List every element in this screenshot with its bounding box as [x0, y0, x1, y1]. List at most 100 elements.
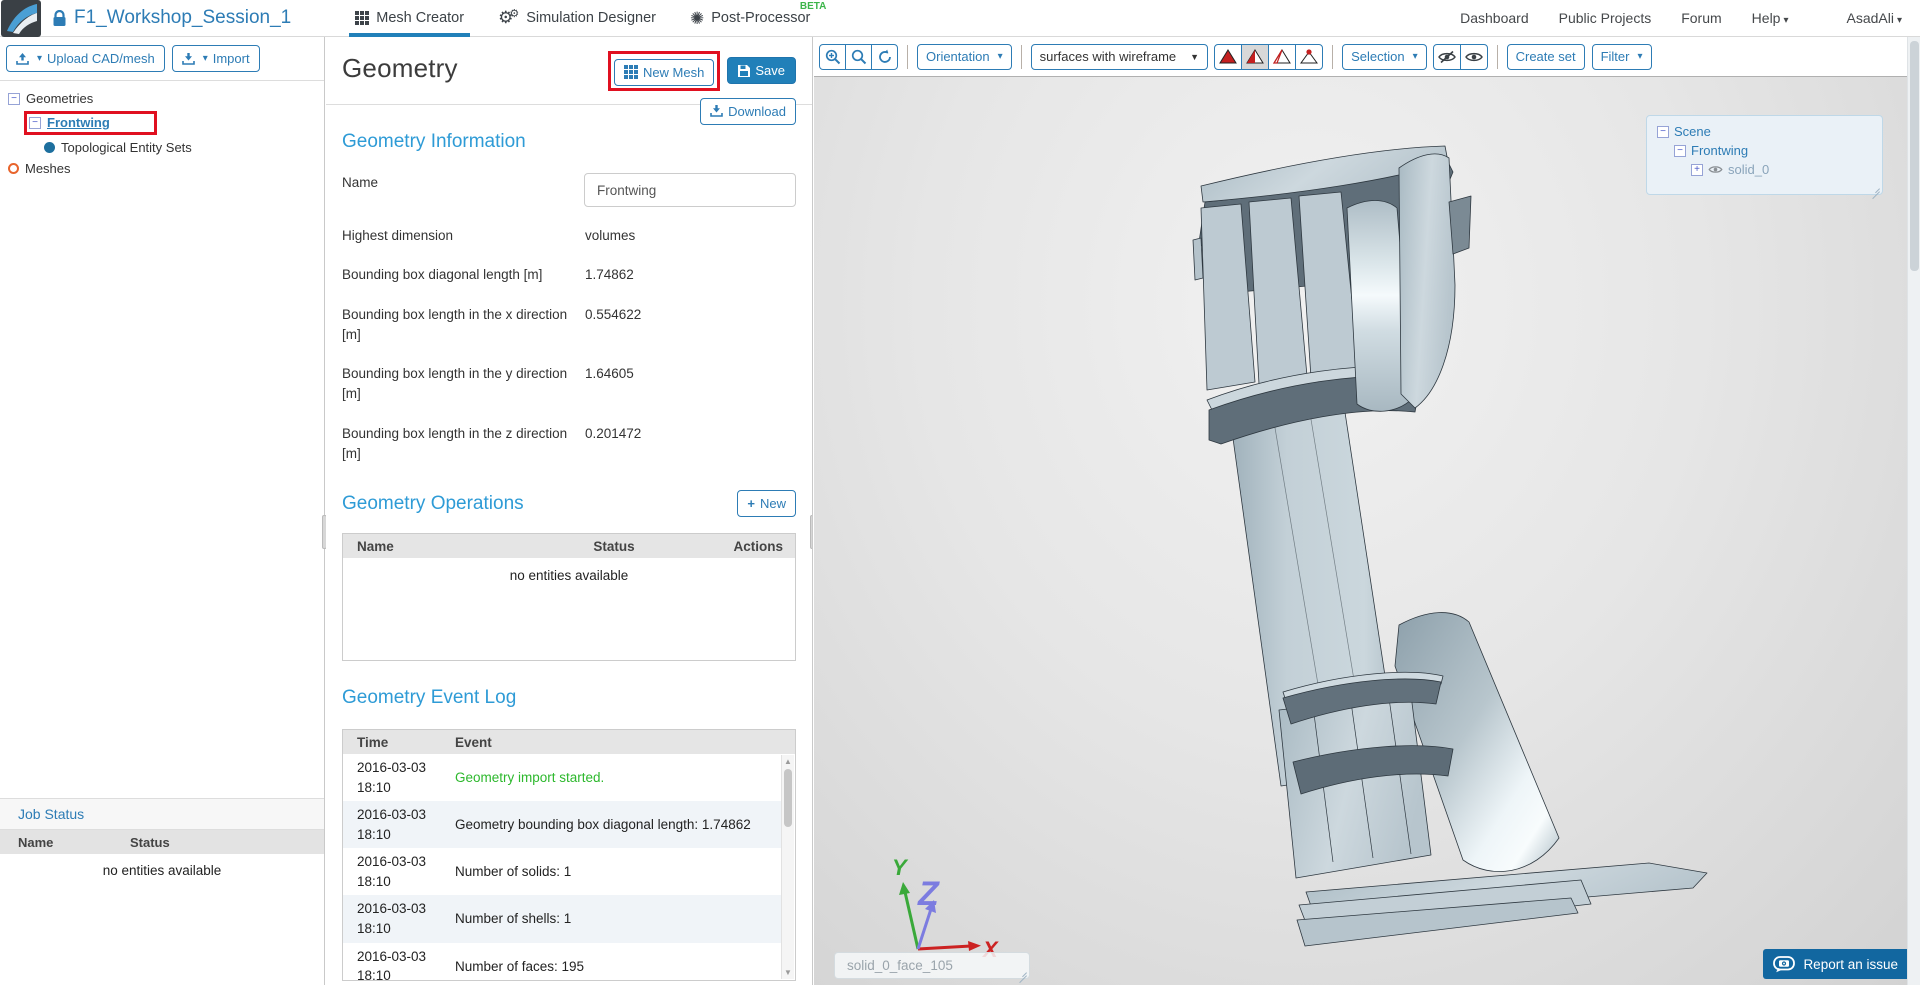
refresh-view-button[interactable] [871, 44, 898, 70]
scroll-up-icon[interactable]: ▲ [782, 757, 794, 766]
event-log-row: 2016-03-03 18:10Number of faces: 195 [343, 943, 781, 982]
selection-dropdown[interactable]: Selection▾ [1342, 44, 1427, 70]
new-operation-button[interactable]: +New [737, 490, 796, 517]
scroll-down-icon[interactable]: ▼ [782, 968, 794, 977]
render-mode-solid-button[interactable] [1214, 44, 1242, 70]
orientation-dropdown[interactable]: Orientation▾ [917, 44, 1012, 70]
save-icon [738, 65, 750, 77]
render-mode-select[interactable]: surfaces with wireframe▼ [1031, 44, 1208, 70]
import-icon [182, 53, 195, 65]
nav-link-forum[interactable]: Forum [1681, 10, 1721, 26]
info-value: 0.201472 [585, 424, 796, 444]
tab-mesh-creator[interactable]: Mesh Creator [345, 0, 474, 37]
geometry-event-log-heading: Geometry Event Log [342, 687, 796, 709]
tree-item-topological-entity-sets[interactable]: Topological Entity Sets [44, 140, 324, 155]
save-button[interactable]: Save [727, 57, 796, 84]
info-row-length-z: Bounding box length in the z direction [… [342, 424, 796, 465]
viewport-3d: Orientation▾ surfaces with wireframe▼ [814, 37, 1920, 985]
job-col-name: Name [0, 835, 130, 850]
render-mode-wireframe-button[interactable] [1268, 44, 1296, 70]
geometry-information-heading: Geometry Information [342, 131, 796, 153]
tree-item-frontwing[interactable]: − Frontwing [24, 111, 324, 135]
caret-down-icon: ▾ [37, 53, 42, 64]
caret-down-icon: ▾ [998, 51, 1003, 62]
frontwing-3d-model[interactable] [1101, 110, 1741, 970]
render-mode-points-button[interactable] [1295, 44, 1323, 70]
event-log-row: 2016-03-03 18:10Number of solids: 1 [343, 848, 781, 895]
nav-menu-help[interactable]: Help▾ [1752, 10, 1789, 26]
render-mode-solid-wire-button[interactable] [1241, 44, 1269, 70]
grid-icon [624, 65, 638, 79]
upload-cad-button[interactable]: ▾ Upload CAD/mesh [6, 45, 165, 72]
viewport-toolbar: Orientation▾ surfaces with wireframe▼ [814, 37, 1920, 77]
collapse-icon[interactable]: − [1674, 145, 1686, 157]
geometry-panel: Geometry New Mesh Save [326, 37, 813, 985]
visibility-eye-icon[interactable] [1708, 164, 1723, 175]
new-mesh-button[interactable]: New Mesh [614, 59, 714, 86]
hide-selection-button[interactable] [1433, 44, 1461, 70]
tab-simulation-designer[interactable]: ⚙⚙ Simulation Designer [488, 0, 666, 37]
name-label: Name [342, 173, 584, 193]
zoom-in-button[interactable] [819, 44, 846, 70]
axis-z-label: Z [917, 875, 940, 913]
tree-item-meshes[interactable]: Meshes [8, 161, 324, 176]
plus-icon: + [747, 496, 755, 511]
page-scrollbar[interactable] [1907, 37, 1920, 985]
caret-down-icon: ▾ [1897, 15, 1902, 26]
create-set-button[interactable]: Create set [1507, 44, 1585, 70]
collapse-icon[interactable]: − [8, 93, 20, 105]
info-value: 0.554622 [585, 305, 796, 325]
scene-tree-solid[interactable]: + solid_0 [1691, 162, 1874, 177]
viewport-canvas[interactable]: − Scene − Frontwing + solid_0 [814, 77, 1920, 985]
import-button[interactable]: ▾ Import [172, 45, 260, 72]
operations-table: Name Status Actions no entities availabl… [342, 533, 796, 661]
triangle-outline-icon [1273, 49, 1291, 64]
job-status-empty: no entities available [0, 854, 324, 878]
face-label-resize-handle[interactable] [1017, 966, 1027, 976]
download-icon [710, 105, 723, 117]
caret-down-icon: ▾ [1783, 15, 1788, 26]
caret-down-icon: ▾ [1413, 51, 1418, 62]
collapse-icon[interactable]: − [29, 117, 41, 129]
event-log-scrollbar[interactable]: ▲ ▼ [781, 755, 794, 979]
top-navbar: F1_Workshop_Session_1 Mesh Creator ⚙⚙ Si… [0, 0, 1920, 37]
beta-badge: BETA [800, 1, 826, 12]
eye-slash-icon [1438, 50, 1456, 64]
zoom-fit-icon [851, 49, 867, 65]
show-selection-button[interactable] [1460, 44, 1488, 70]
operations-header-row: Name Status Actions [343, 534, 795, 558]
event-log-row: 2016-03-03 18:10Number of shells: 1 [343, 895, 781, 942]
download-button[interactable]: Download [700, 98, 796, 125]
left-sidebar: ▾ Upload CAD/mesh ▾ Import − Geometries … [0, 37, 325, 985]
scene-tree-root[interactable]: − Scene [1657, 124, 1874, 139]
simscale-logo-icon[interactable] [0, 0, 42, 37]
toolbar-separator [1497, 45, 1498, 69]
tab-post-processor[interactable]: ✺ Post-Processor BETA [680, 0, 820, 37]
camera-bubble-icon [1773, 956, 1795, 973]
scrollbar-thumb[interactable] [784, 769, 792, 827]
zoom-fit-button[interactable] [845, 44, 872, 70]
toolbar-separator [907, 45, 908, 69]
event-log-table: Time Event 2016-03-03 18:10Geometry impo… [342, 729, 796, 981]
annotation-frontwing-box: − Frontwing [24, 111, 157, 135]
panel-header-buttons: New Mesh Save Download [608, 51, 796, 125]
lock-icon [52, 10, 67, 27]
scrollbar-thumb[interactable] [1910, 41, 1919, 271]
report-issue-button[interactable]: Report an issue [1763, 949, 1912, 979]
nav-menu-user[interactable]: AsadAli▾ [1847, 10, 1903, 26]
app-tabs: Mesh Creator ⚙⚙ Simulation Designer ✺ Po… [345, 0, 834, 37]
scene-tree-frontwing[interactable]: − Frontwing [1674, 143, 1874, 158]
info-value: 1.64605 [585, 364, 796, 384]
scene-tree-resize-handle[interactable] [1870, 182, 1880, 192]
nav-link-dashboard[interactable]: Dashboard [1460, 10, 1529, 26]
frontwing-link[interactable]: Frontwing [47, 115, 110, 130]
expand-icon[interactable]: + [1691, 164, 1703, 176]
collapse-icon[interactable]: − [1657, 126, 1669, 138]
tree-item-geometries[interactable]: − Geometries [8, 91, 324, 106]
operations-empty: no entities available [343, 558, 795, 583]
name-row: Name [342, 173, 796, 207]
filter-dropdown[interactable]: Filter▾ [1592, 44, 1652, 70]
panel-resize-grip[interactable] [810, 515, 813, 549]
geometry-name-input[interactable] [584, 173, 796, 207]
nav-link-public-projects[interactable]: Public Projects [1559, 10, 1652, 26]
